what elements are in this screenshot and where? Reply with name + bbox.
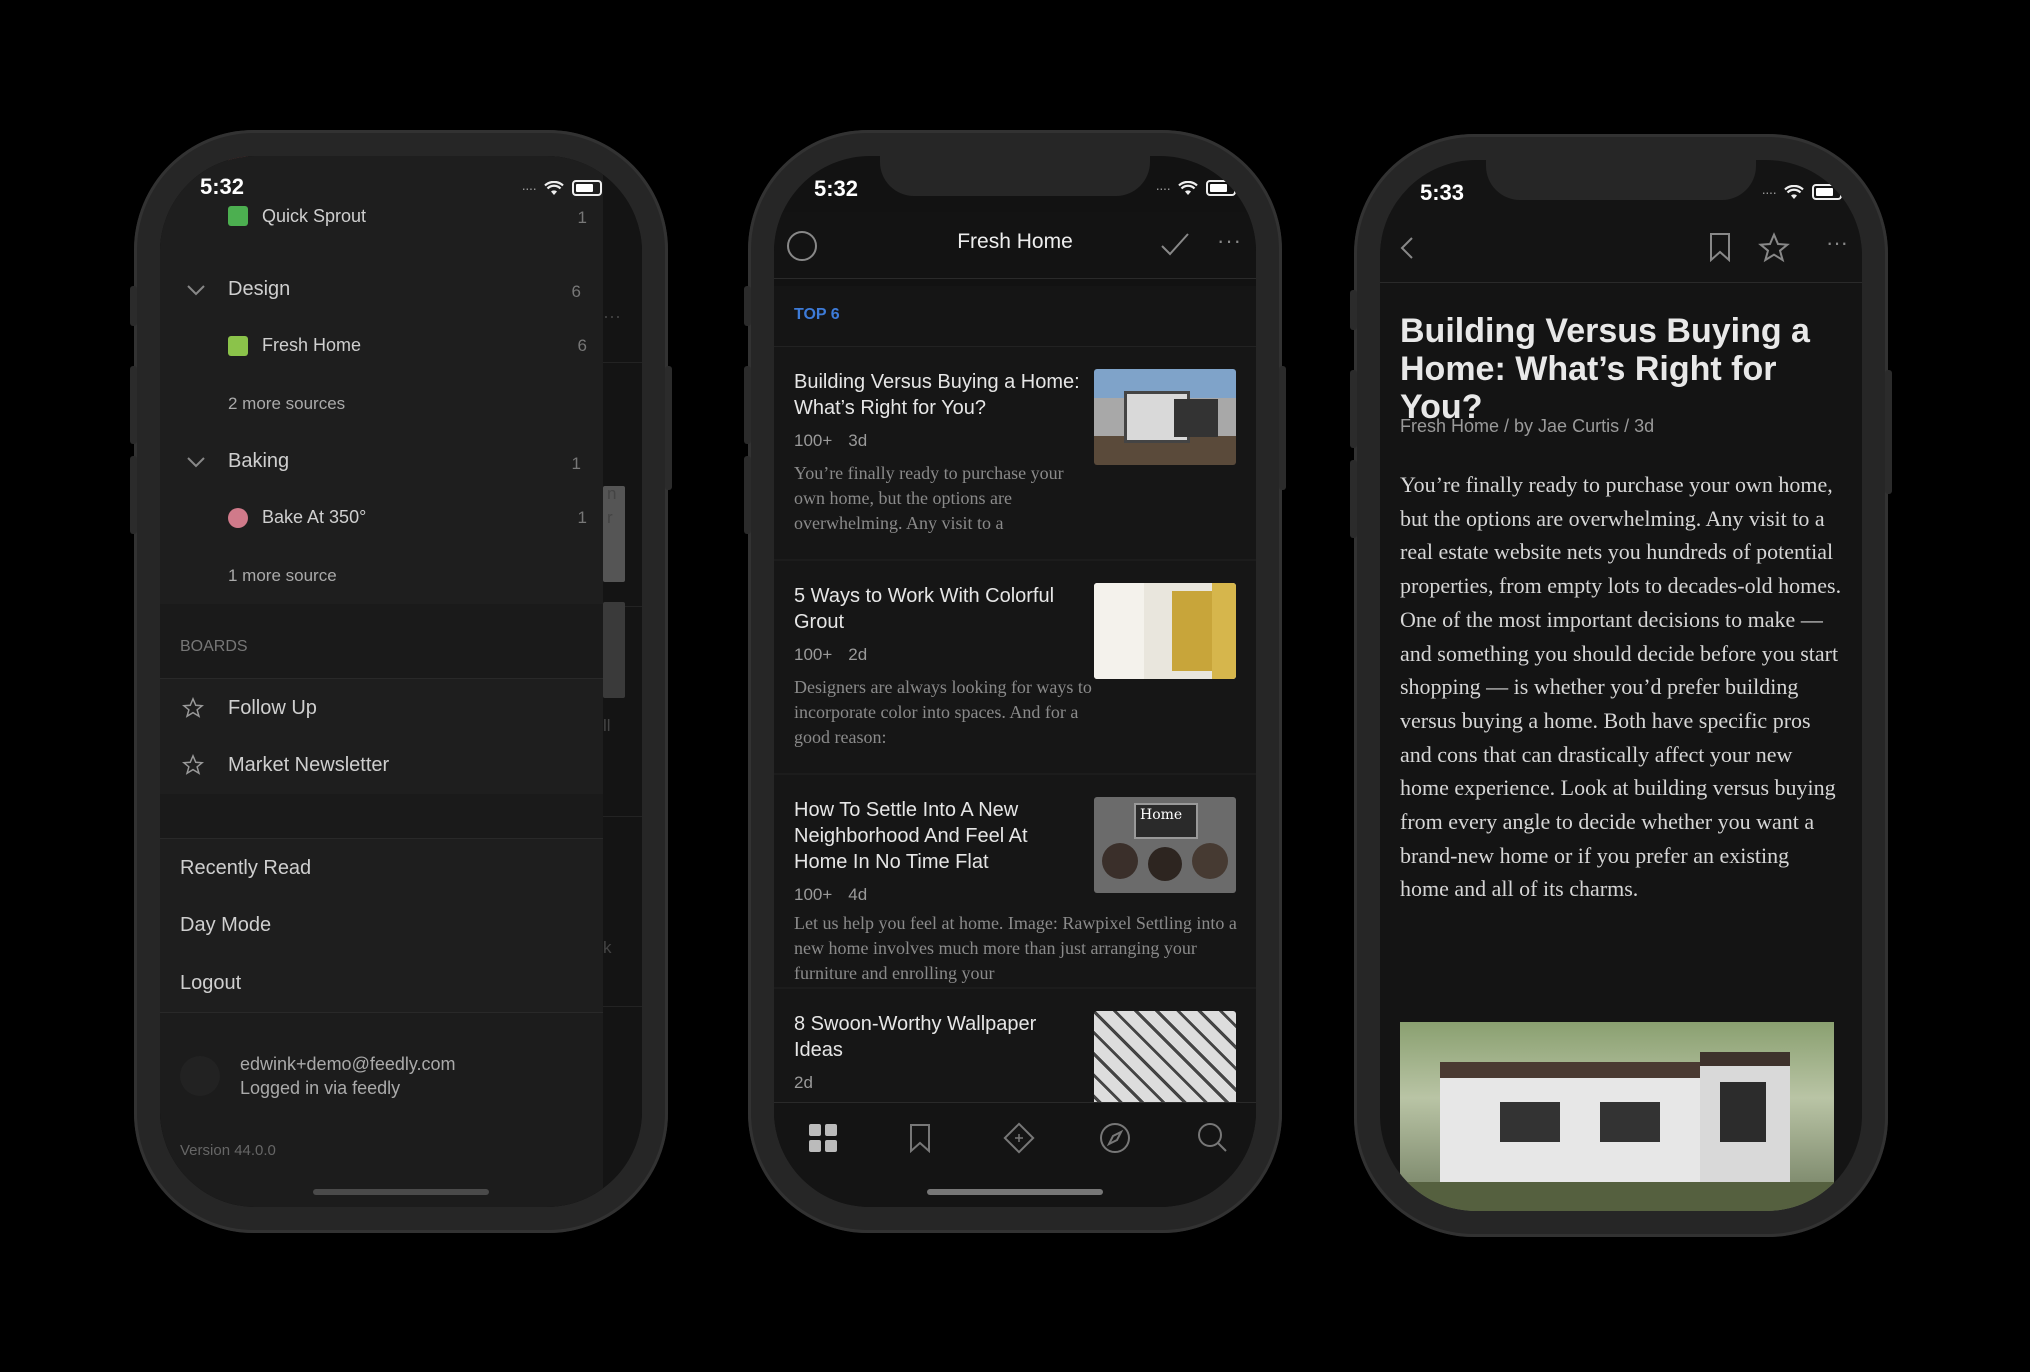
signal-icon: ···· (1155, 180, 1171, 196)
status-time: 5:33 (1420, 180, 1465, 205)
group-count: 1 (571, 454, 581, 473)
menu-label: Day Mode (180, 914, 272, 936)
status-time: 5:32 (200, 174, 245, 199)
source-label: Bake At 350° (262, 507, 367, 527)
article-body: You’re finally ready to purchase your ow… (1400, 472, 1842, 902)
wifi-icon (1178, 180, 1198, 195)
source-label: Fresh Home (262, 335, 362, 355)
status-bar: 5:32 ···· (774, 156, 1256, 246)
article-thumbnail (1094, 369, 1236, 465)
phone-middle: 5:32 ···· Fresh Home ··· TOP 6 Building … (744, 130, 1286, 1233)
engagement-count: 100+ (794, 885, 833, 904)
screen-middle: 5:32 ···· Fresh Home ··· TOP 6 Building … (774, 156, 1256, 1207)
bookmark-icon[interactable] (908, 1123, 932, 1153)
bake-at-350-favicon (228, 508, 248, 528)
article-title: How To Settle Into A New Neighborhood An… (794, 799, 1028, 873)
signal-icon: ···· (1761, 184, 1777, 200)
more-sources-label: 1 more source (228, 566, 337, 585)
avatar (180, 1056, 220, 1096)
article-hero-image (1400, 1022, 1834, 1211)
fresh-home-favicon (228, 336, 248, 356)
article-title: Building Versus Buying a Home: What’s Ri… (794, 371, 1080, 419)
section-label: TOP 6 (794, 306, 840, 323)
screen-left: ··· n r ll k Quick Sprout 1 Design 6 Fre… (160, 156, 642, 1207)
more-sources-design[interactable]: 2 more sources (160, 374, 603, 433)
group-label: Baking (228, 450, 290, 472)
behind-text-4: k (603, 938, 612, 957)
source-fresh-home[interactable]: Fresh Home 6 (160, 318, 603, 375)
article-age: 3d (848, 431, 868, 450)
menu-logout[interactable]: Logout (160, 954, 603, 1013)
battery-icon (1812, 184, 1842, 200)
article-thumbnail (1094, 1011, 1236, 1107)
star-icon (182, 754, 204, 775)
star-icon (182, 697, 204, 718)
signal-icon: ···· (521, 180, 537, 196)
article-age: 4d (848, 885, 868, 904)
article-summary: Designers are always looking for ways to… (794, 677, 1092, 747)
group-count: 6 (571, 282, 581, 301)
grid-icon[interactable] (808, 1123, 838, 1153)
more-sources-baking[interactable]: 1 more source (160, 546, 603, 604)
behind-text-2: r (607, 508, 613, 527)
article-byline: Fresh Home / by Jae Curtis / 3d (1400, 416, 1655, 436)
menu-day-mode[interactable]: Day Mode (160, 896, 603, 955)
explore-icon[interactable] (1098, 1121, 1132, 1155)
home-indicator (927, 1189, 1103, 1195)
article-summary: You’re finally ready to purchase your ow… (794, 463, 1064, 533)
article-thumbnail (1094, 583, 1236, 679)
group-design[interactable]: Design 6 (160, 260, 603, 319)
phone-left: ··· n r ll k Quick Sprout 1 Design 6 Fre… (130, 130, 672, 1233)
article-summary: Let us help you feel at home. Image: Raw… (794, 913, 1237, 983)
battery-icon (572, 180, 602, 196)
wifi-icon (544, 180, 564, 195)
menu-label: Logout (180, 972, 242, 994)
account-login-method: Logged in via feedly (240, 1078, 401, 1098)
chevron-down-icon (187, 285, 205, 296)
battery-icon (1206, 180, 1236, 196)
article-age: 2d (848, 645, 868, 664)
article-age: 2d (794, 1073, 813, 1092)
article-item[interactable]: How To Settle Into A New Neighborhood An… (774, 775, 1256, 989)
menu-recently-read[interactable]: Recently Read (160, 838, 603, 898)
engagement-count: 100+ (794, 431, 833, 450)
article-title: 5 Ways to Work With Colorful Grout (794, 585, 1055, 633)
article-item[interactable]: 5 Ways to Work With Colorful Grout 100+ 2… (774, 561, 1256, 775)
article-title: Building Versus Buying a Home: What’s Ri… (1400, 312, 1810, 426)
board-market-newsletter[interactable]: Market Newsletter (160, 736, 603, 795)
screen-right: 5:33 ···· ··· Building Versus Buying a H… (1380, 160, 1862, 1211)
more-icon: ··· (603, 306, 621, 326)
more-sources-label: 2 more sources (228, 394, 346, 413)
status-time: 5:32 (814, 176, 859, 201)
phone-right: 5:33 ···· ··· Building Versus Buying a H… (1350, 134, 1892, 1237)
source-bake-at-350[interactable]: Bake At 350° 1 (160, 490, 603, 547)
source-count: 6 (577, 336, 587, 355)
thumbnail-sign-text: Home (1140, 807, 1183, 823)
home-indicator (313, 1189, 489, 1195)
behind-text-1: n (607, 484, 617, 503)
navigation-drawer: Quick Sprout 1 Design 6 Fresh Home 6 2 m… (160, 156, 603, 1207)
account-email: edwink+demo@feedly.com (240, 1054, 456, 1074)
article-item[interactable]: Building Versus Buying a Home: What’s Ri… (774, 347, 1256, 561)
chevron-down-icon (187, 457, 205, 468)
status-bar: 5:33 ···· (1380, 160, 1862, 250)
group-baking[interactable]: Baking 1 (160, 432, 603, 491)
article-thumbnail: Home (1094, 797, 1236, 893)
search-icon[interactable] (1196, 1121, 1228, 1153)
board-label: Follow Up (228, 697, 317, 719)
wifi-icon (1784, 184, 1804, 199)
section-header: TOP 6 (774, 286, 1256, 347)
app-version: Version 44.0.0 (180, 1142, 276, 1159)
board-label: Market Newsletter (228, 754, 390, 776)
board-follow-up[interactable]: Follow Up (160, 678, 603, 738)
behind-text-3: ll (603, 716, 611, 735)
article-title: 8 Swoon-Worthy Wallpaper Ideas (794, 1013, 1037, 1061)
status-bar: 5:32 ···· (160, 156, 642, 246)
group-label: Design (228, 278, 291, 300)
boards-header: BOARDS (180, 638, 248, 655)
menu-label: Recently Read (180, 857, 312, 879)
engagement-count: 100+ (794, 645, 833, 664)
feed-icon[interactable] (1002, 1121, 1036, 1155)
source-count: 1 (577, 508, 587, 527)
